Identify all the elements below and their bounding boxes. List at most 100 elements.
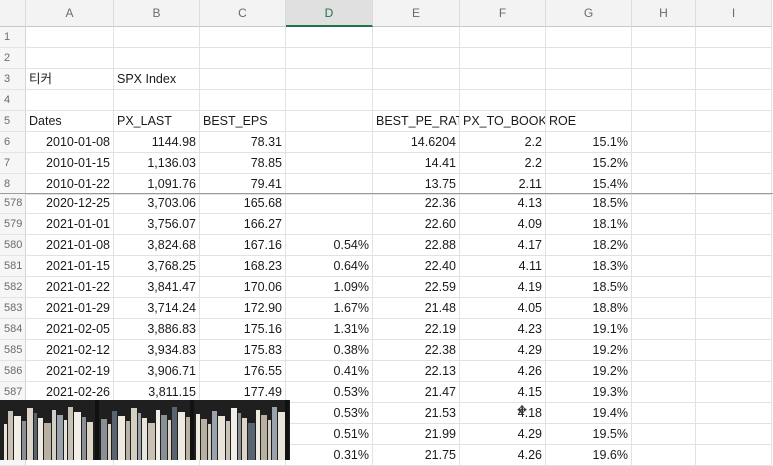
cell-a2[interactable] — [26, 48, 114, 69]
column-header-c[interactable]: C — [200, 0, 286, 27]
cell-g5[interactable]: ROE — [546, 111, 632, 132]
cell-b580[interactable]: 3,824.68 — [114, 235, 200, 256]
cell-i3[interactable] — [696, 69, 772, 90]
cell-f582[interactable]: 4.19 — [460, 277, 546, 298]
cell-g2[interactable] — [546, 48, 632, 69]
cell-b579[interactable]: 3,756.07 — [114, 214, 200, 235]
cell-i8[interactable] — [696, 174, 772, 195]
cell-e3[interactable] — [373, 69, 460, 90]
cell-h585[interactable] — [632, 340, 696, 361]
cell-c581[interactable]: 168.23 — [200, 256, 286, 277]
cell-e6[interactable]: 14.6204 — [373, 132, 460, 153]
cell-e5[interactable]: BEST_PE_RAT — [373, 111, 460, 132]
cell-c579[interactable]: 166.27 — [200, 214, 286, 235]
cell-b585[interactable]: 3,934.83 — [114, 340, 200, 361]
cell-d590[interactable]: 0.31% — [286, 445, 373, 466]
cell-c2[interactable] — [200, 48, 286, 69]
cell-b4[interactable] — [114, 90, 200, 111]
cell-g1[interactable] — [546, 27, 632, 48]
cell-e586[interactable]: 22.13 — [373, 361, 460, 382]
cell-f581[interactable]: 4.11 — [460, 256, 546, 277]
cell-a583[interactable]: 2021-01-29 — [26, 298, 114, 319]
cell-e581[interactable]: 22.40 — [373, 256, 460, 277]
cell-h2[interactable] — [632, 48, 696, 69]
cell-g581[interactable]: 18.3% — [546, 256, 632, 277]
cell-i1[interactable] — [696, 27, 772, 48]
cell-d586[interactable]: 0.41% — [286, 361, 373, 382]
cell-f4[interactable] — [460, 90, 546, 111]
cell-g583[interactable]: 18.8% — [546, 298, 632, 319]
spreadsheet[interactable]: ABCDEFGHI 1 2 3 티커 SPX Index 4 5 Dates PX_LAST BE… — [0, 0, 773, 466]
cell-g585[interactable]: 19.2% — [546, 340, 632, 361]
cell-g586[interactable]: 19.2% — [546, 361, 632, 382]
cell-e583[interactable]: 21.48 — [373, 298, 460, 319]
cell-b3[interactable]: SPX Index — [114, 69, 200, 90]
cell-h580[interactable] — [632, 235, 696, 256]
cell-a3[interactable]: 티커 — [26, 69, 114, 90]
cell-h5[interactable] — [632, 111, 696, 132]
cell-b583[interactable]: 3,714.24 — [114, 298, 200, 319]
cell-g590[interactable]: 19.6% — [546, 445, 632, 466]
cell-g8[interactable]: 15.4% — [546, 174, 632, 195]
row-header[interactable]: 6 — [0, 132, 26, 153]
cell-c6[interactable]: 78.31 — [200, 132, 286, 153]
cell-a5[interactable]: Dates — [26, 111, 114, 132]
column-header-h[interactable]: H — [632, 0, 696, 27]
cell-e588[interactable]: 21.53 — [373, 403, 460, 424]
cell-e2[interactable] — [373, 48, 460, 69]
cell-d581[interactable]: 0.64% — [286, 256, 373, 277]
cell-a586[interactable]: 2021-02-19 — [26, 361, 114, 382]
cell-b2[interactable] — [114, 48, 200, 69]
cell-e590[interactable]: 21.75 — [373, 445, 460, 466]
column-header-a[interactable]: A — [26, 0, 114, 27]
cell-i581[interactable] — [696, 256, 772, 277]
row-header[interactable]: 1 — [0, 27, 26, 48]
cell-i587[interactable] — [696, 382, 772, 403]
cell-c3[interactable] — [200, 69, 286, 90]
cell-c584[interactable]: 175.16 — [200, 319, 286, 340]
cell-g3[interactable] — [546, 69, 632, 90]
cell-h6[interactable] — [632, 132, 696, 153]
cell-a1[interactable] — [26, 27, 114, 48]
cell-a579[interactable]: 2021-01-01 — [26, 214, 114, 235]
column-header-i[interactable]: I — [696, 0, 772, 27]
cell-b6[interactable]: 1144.98 — [114, 132, 200, 153]
cell-i5[interactable] — [696, 111, 772, 132]
cell-f6[interactable]: 2.2 — [460, 132, 546, 153]
cell-e589[interactable]: 21.99 — [373, 424, 460, 445]
row-header[interactable]: 583 — [0, 298, 26, 319]
cell-f578[interactable]: 4.13 — [460, 193, 546, 214]
cell-h587[interactable] — [632, 382, 696, 403]
cell-b8[interactable]: 1,091.76 — [114, 174, 200, 195]
cell-i580[interactable] — [696, 235, 772, 256]
cell-g584[interactable]: 19.1% — [546, 319, 632, 340]
cell-f588[interactable]: 4.18 — [460, 403, 546, 424]
cell-d578[interactable] — [286, 193, 373, 214]
cell-e1[interactable] — [373, 27, 460, 48]
row-header[interactable]: 5 — [0, 111, 26, 132]
cell-h586[interactable] — [632, 361, 696, 382]
cell-g7[interactable]: 15.2% — [546, 153, 632, 174]
column-header-b[interactable]: B — [114, 0, 200, 27]
cell-g4[interactable] — [546, 90, 632, 111]
row-header[interactable]: 586 — [0, 361, 26, 382]
cell-f584[interactable]: 4.23 — [460, 319, 546, 340]
cell-f587[interactable]: 4.15 — [460, 382, 546, 403]
cell-g582[interactable]: 18.5% — [546, 277, 632, 298]
cell-h584[interactable] — [632, 319, 696, 340]
row-header[interactable]: 585 — [0, 340, 26, 361]
cell-f8[interactable]: 2.11 — [460, 174, 546, 195]
cell-d583[interactable]: 1.67% — [286, 298, 373, 319]
row-header[interactable]: 7 — [0, 153, 26, 174]
cell-d589[interactable]: 0.51% — [286, 424, 373, 445]
cell-b5[interactable]: PX_LAST — [114, 111, 200, 132]
cell-h579[interactable] — [632, 214, 696, 235]
cell-f3[interactable] — [460, 69, 546, 90]
cell-d1[interactable] — [286, 27, 373, 48]
cell-h590[interactable] — [632, 445, 696, 466]
cell-f589[interactable]: 4.29 — [460, 424, 546, 445]
cell-a584[interactable]: 2021-02-05 — [26, 319, 114, 340]
cell-d3[interactable] — [286, 69, 373, 90]
cell-f1[interactable] — [460, 27, 546, 48]
cell-i4[interactable] — [696, 90, 772, 111]
